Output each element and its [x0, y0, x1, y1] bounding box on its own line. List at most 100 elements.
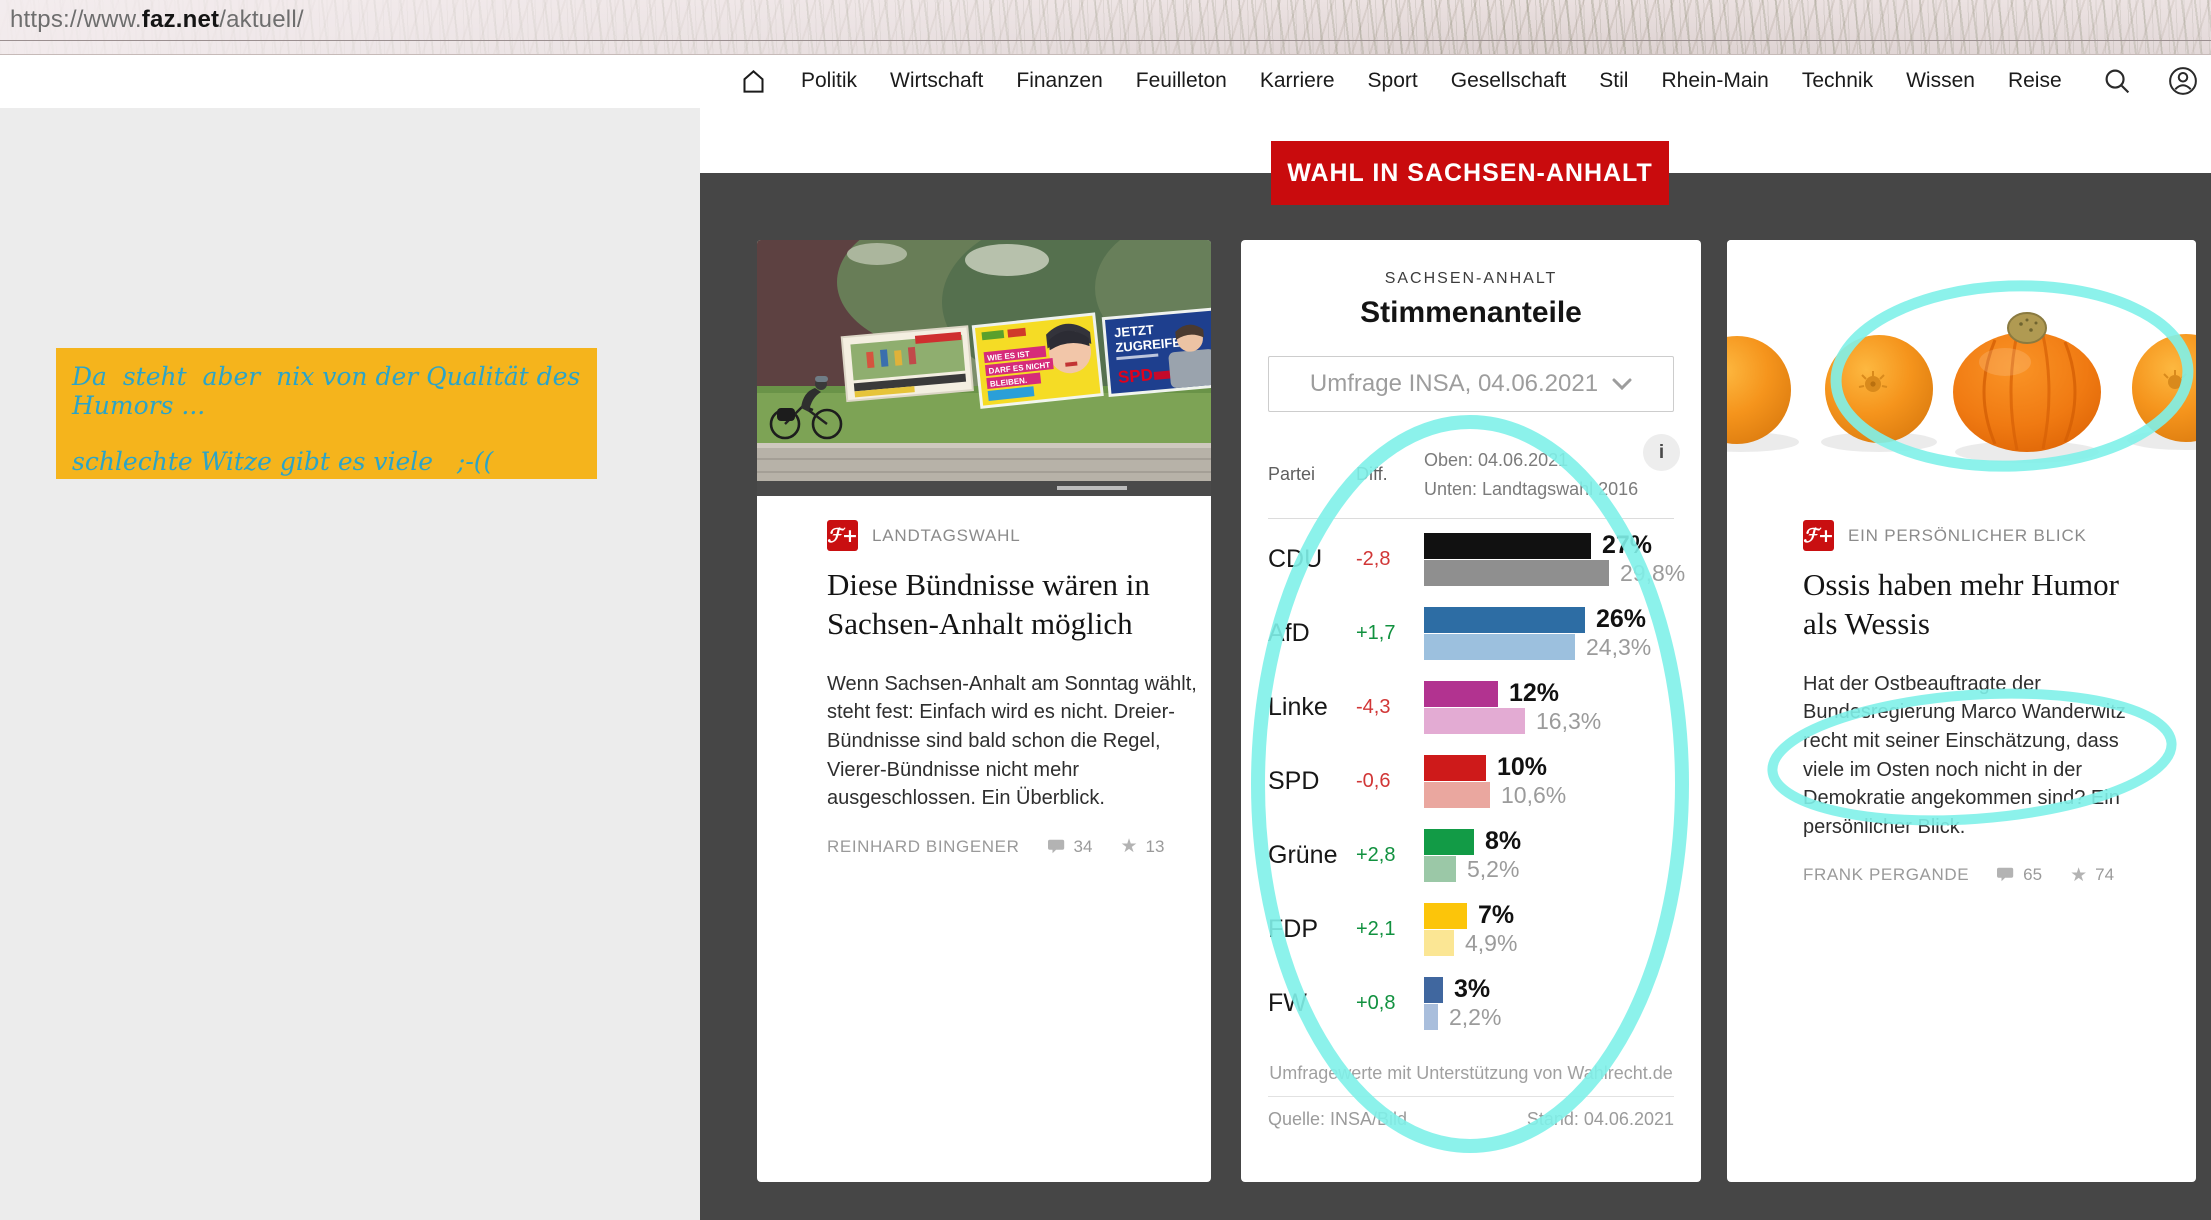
info-icon[interactable]: i	[1643, 434, 1680, 471]
page: https://www. faz.net/aktuell/ Politik Wirt…	[0, 0, 2211, 1220]
sticky-note-line1: Da steht aber nix von der Qualität des H…	[72, 362, 589, 420]
bar-previous	[1424, 782, 1490, 809]
bar-group: 27% 29,8%	[1424, 531, 1685, 588]
nav-item-politik[interactable]: Politik	[801, 69, 857, 93]
nav-icon-group	[2102, 66, 2198, 96]
browser-url-bar[interactable]: https://www. faz.net/aktuell/	[0, 0, 2211, 41]
bar-previous-value: 29,8%	[1620, 559, 1686, 586]
chart-region-label: SACHSEN-ANHALT	[1384, 270, 1558, 287]
bar-previous	[1424, 634, 1575, 661]
chart-row-spd: SPD -0,6 10% 10,6%	[1268, 745, 1674, 819]
article-image-posters[interactable]: WIE ES IST DARF ES NICHT BLEIBEN. JETZT …	[757, 240, 1211, 496]
article-title[interactable]: Ossis haben mehr Humor als Wessis	[1803, 565, 2136, 644]
nav-item-list: Politik Wirtschaft Finanzen Feuilleton Karri…	[801, 69, 2062, 93]
nav-item-rhein-main[interactable]: Rhein-Main	[1661, 69, 1768, 93]
sticky-note: Da steht aber nix von der Qualität des H…	[56, 348, 597, 479]
chart-card: SACHSEN-ANHALT Stimmenanteile Umfrage IN…	[1241, 240, 1701, 1182]
poster-spd: JETZT ZUGREIFEN. SPD	[1101, 307, 1211, 397]
svg-text:SPD: SPD	[1117, 365, 1153, 387]
main-nav: Politik Wirtschaft Finanzen Feuilleton Karri…	[738, 58, 2198, 104]
nav-item-sport[interactable]: Sport	[1368, 69, 1418, 93]
bar-current-value: 26%	[1596, 605, 1647, 634]
star-icon: ★	[1120, 836, 1138, 858]
nav-item-wirtschaft[interactable]: Wirtschaft	[890, 69, 983, 93]
party-label: SPD	[1268, 767, 1320, 796]
article-body-left: ℱ+ LANDTAGSWAHL Diese Bündnisse wären in…	[757, 496, 1211, 857]
bar-group: 12% 16,3%	[1424, 679, 1674, 736]
comments-meta: 65	[1997, 865, 2042, 885]
bar-previous-value: 16,3%	[1536, 707, 1602, 734]
nav-item-technik[interactable]: Technik	[1802, 69, 1873, 93]
article-teaser: Wenn Sachsen-Anhalt am Sonntag wählt, st…	[827, 672, 1197, 810]
author-name: FRANK PERGANDE	[1803, 865, 1970, 885]
bar-current	[1424, 754, 1486, 781]
diff-value: -0,6	[1356, 770, 1391, 793]
chart-row-linke: Linke -4,3 12% 16,3%	[1268, 671, 1674, 745]
url-prefix: https://www.	[10, 6, 142, 33]
party-label: Grüne	[1268, 841, 1338, 870]
nav-item-finanzen[interactable]: Finanzen	[1016, 69, 1102, 93]
nav-item-gesellschaft[interactable]: Gesellschaft	[1451, 69, 1567, 93]
diff-value: -4,3	[1356, 696, 1391, 719]
poll-dropdown[interactable]: Umfrage INSA, 04.06.2021	[1268, 356, 1674, 412]
chart-row-cdu: CDU -2,8 27% 29,8%	[1268, 523, 1685, 597]
star-count: 74	[2095, 865, 2115, 885]
chart-row-fdp: FDP +2,1 7% 4,9%	[1268, 893, 1674, 967]
fplus-badge: ℱ+	[827, 520, 858, 551]
nav-item-karriere[interactable]: Karriere	[1260, 69, 1335, 93]
bar-current-value: 27%	[1602, 531, 1653, 560]
party-label: FW	[1268, 989, 1307, 1018]
bar-previous-value: 24,3%	[1586, 633, 1652, 660]
url-domain: faz.net	[141, 6, 220, 33]
article-body-right: ℱ+ EIN PERSÖNLICHER BLICK Ossis haben me…	[1727, 496, 2196, 885]
bar-previous	[1424, 1004, 1438, 1031]
stars-meta: ★ 74	[2070, 865, 2114, 885]
article-card-left: WIE ES IST DARF ES NICHT BLEIBEN. JETZT …	[757, 240, 1211, 1182]
nav-item-feuilleton[interactable]: Feuilleton	[1136, 69, 1227, 93]
bar-current-value: 3%	[1454, 975, 1491, 1004]
article-byline: REINHARD BINGENER 34 ★ 13	[827, 837, 1197, 857]
poster-fdp: WIE ES IST DARF ES NICHT BLEIBEN.	[971, 312, 1104, 409]
bar-current	[1424, 532, 1591, 559]
legend-bottom: Unten: Landtagswahl 2016	[1424, 478, 1639, 499]
bar-previous-value: 2,2%	[1449, 1003, 1502, 1030]
column-party: Partei	[1268, 464, 1316, 485]
bar-group: 3% 2,2%	[1424, 975, 1674, 1032]
bar-current	[1424, 828, 1474, 855]
star-icon: ★	[2070, 864, 2088, 886]
nav-item-stil[interactable]: Stil	[1599, 69, 1628, 93]
chart-title: Stimmenanteile	[1360, 296, 1582, 329]
article-image-fruits[interactable]	[1727, 240, 2196, 496]
diff-value: +1,7	[1356, 622, 1396, 645]
bar-current-value: 12%	[1509, 679, 1560, 708]
footer-divider	[1268, 1095, 1674, 1097]
diff-value: +2,8	[1356, 844, 1396, 867]
legend-top: Oben: 04.06.2021	[1424, 450, 1569, 470]
search-icon[interactable]	[2102, 66, 2132, 96]
bar-current-value: 7%	[1478, 901, 1515, 930]
home-icon[interactable]	[738, 66, 768, 96]
left-gray-panel	[0, 108, 700, 1220]
comment-icon	[1997, 868, 2014, 882]
sticky-note-line2: schlechte Witze gibt es viele ;-((	[72, 447, 494, 476]
bar-previous-value: 4,9%	[1465, 929, 1518, 956]
comment-count: 65	[2023, 865, 2043, 885]
comment-icon	[1047, 839, 1064, 853]
election-banner-label: WAHL IN SACHSEN-ANHALT	[1287, 158, 1653, 187]
bar-current	[1424, 976, 1443, 1003]
comments-meta: 34	[1047, 837, 1092, 857]
account-icon[interactable]	[2168, 66, 2198, 96]
column-diff: Diff.	[1356, 464, 1388, 485]
chart-legend: Partei Diff. Oben: 04.06.2021 Unten: Lan…	[1268, 434, 1680, 504]
chevron-down-icon	[1612, 378, 1632, 390]
bar-current	[1424, 902, 1467, 929]
nav-item-wissen[interactable]: Wissen	[1906, 69, 1975, 93]
bar-previous	[1424, 560, 1609, 587]
article-title[interactable]: Diese Bündnisse wären in Sachsen-Anhalt …	[827, 565, 1197, 644]
election-banner[interactable]: WAHL IN SACHSEN-ANHALT	[1271, 141, 1669, 205]
chart-row-fw: FW +0,8 3% 2,2%	[1268, 967, 1674, 1041]
nav-item-reise[interactable]: Reise	[2008, 69, 2062, 93]
chart-row-grne: Grüne +2,8 8% 5,2%	[1268, 819, 1674, 893]
bar-group: 8% 5,2%	[1424, 827, 1674, 884]
chart-source: Quelle: INSA/Bild	[1268, 1108, 1408, 1129]
